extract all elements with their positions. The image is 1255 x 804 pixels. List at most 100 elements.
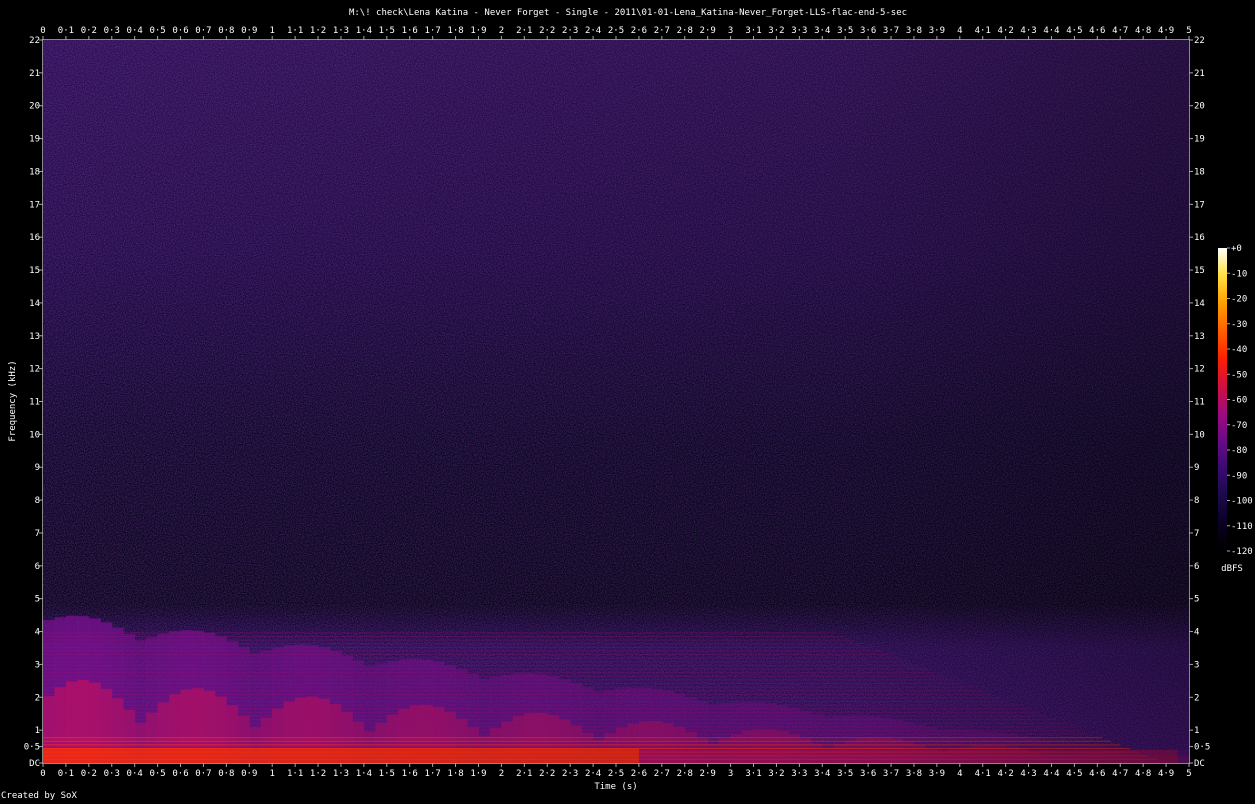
x-tick-label-bottom: 0·1 bbox=[58, 769, 74, 779]
x-tick-label-top: 0·9 bbox=[241, 26, 257, 36]
x-tick-label-bottom: 3·2 bbox=[768, 769, 784, 779]
x-tick-label-bottom: 4·3 bbox=[1020, 769, 1036, 779]
x-tick-label-top: 4·4 bbox=[1043, 26, 1059, 36]
x-tick-label-bottom: 2·3 bbox=[562, 769, 578, 779]
x-tick-label-top: 2·4 bbox=[585, 26, 601, 36]
y-tick-label-right: 22 bbox=[1194, 36, 1205, 46]
x-tick-label-bottom: 2 bbox=[499, 769, 504, 779]
x-tick-label-bottom: 4·4 bbox=[1043, 769, 1059, 779]
x-tick-label-top: 3·6 bbox=[860, 26, 876, 36]
x-tick-label-top: 2·6 bbox=[631, 26, 647, 36]
x-tick-label-bottom: 4·6 bbox=[1089, 769, 1105, 779]
x-tick-label-top: 1·1 bbox=[287, 26, 303, 36]
x-tick-label-top: 0·5 bbox=[149, 26, 165, 36]
spectrogram-figure: M:\! check\Lena Katina - Never Forget - … bbox=[0, 0, 1255, 801]
x-tick-label-bottom: 2·8 bbox=[677, 769, 693, 779]
right-fade bbox=[43, 40, 1189, 763]
x-tick-label-bottom: 3·4 bbox=[814, 769, 830, 779]
x-tick-label-bottom: 3·3 bbox=[791, 769, 807, 779]
x-tick-label-bottom: 1·7 bbox=[425, 769, 441, 779]
x-tick-label-top: 1 bbox=[269, 26, 274, 36]
x-tick-label-top: 1·5 bbox=[379, 26, 395, 36]
x-tick-label-top: 1·9 bbox=[470, 26, 486, 36]
colorbar-tick-label: -110 bbox=[1231, 522, 1253, 532]
x-tick-label-top: 2·7 bbox=[654, 26, 670, 36]
y-tick-label-left: 12 bbox=[29, 365, 40, 375]
x-tick-label-top: 3·9 bbox=[929, 26, 945, 36]
colorbar-tick-label: -20 bbox=[1231, 295, 1247, 305]
y-tick-label-left: 2 bbox=[35, 693, 40, 703]
x-tick-label-bottom: 3 bbox=[728, 769, 733, 779]
x-axis-label: Time (s) bbox=[594, 782, 637, 792]
colorbar-tick-label: -120 bbox=[1231, 547, 1253, 557]
x-tick-label-bottom: 0·4 bbox=[127, 769, 143, 779]
x-tick-label-top: 3·4 bbox=[814, 26, 830, 36]
y-tick-label-left: 11 bbox=[29, 398, 40, 408]
x-tick-label-top: 2·2 bbox=[539, 26, 555, 36]
y-tick-label-right: 10 bbox=[1194, 430, 1205, 440]
x-tick-label-bottom: 0·6 bbox=[172, 769, 188, 779]
x-tick-label-top: 1·2 bbox=[310, 26, 326, 36]
x-tick-label-bottom: 2·7 bbox=[654, 769, 670, 779]
x-tick-label-bottom: 4·7 bbox=[1112, 769, 1128, 779]
y-tick-label-right: 18 bbox=[1194, 167, 1205, 177]
x-tick-label-bottom: 3·8 bbox=[906, 769, 922, 779]
x-tick-label-top: 1·7 bbox=[425, 26, 441, 36]
colorbar-gradient bbox=[1218, 248, 1227, 551]
y-tick-label-left: 17 bbox=[29, 200, 40, 210]
x-tick-label-bottom: 1·2 bbox=[310, 769, 326, 779]
x-tick-label-top: 4·6 bbox=[1089, 26, 1105, 36]
y-tick-label-left: 21 bbox=[29, 69, 40, 79]
y-axis-right: DC0·512345678910111213141516171819202122 bbox=[1189, 36, 1210, 769]
x-tick-label-bottom: 0·3 bbox=[104, 769, 120, 779]
x-tick-label-top: 3·1 bbox=[745, 26, 761, 36]
y-tick-label-left: 22 bbox=[29, 36, 40, 46]
x-axis-top: 0 0·1 0·2 0·3 0·4 0·5 0·6 0·7 0·8 0·9 1 1·1 1·2 1·3 1·… bbox=[40, 26, 1192, 40]
y-tick-label-right: 11 bbox=[1194, 398, 1205, 408]
y-tick-label-left: 18 bbox=[29, 167, 40, 177]
colorbar-tick-label: -10 bbox=[1231, 269, 1247, 279]
y-tick-label-right: 2 bbox=[1194, 693, 1199, 703]
x-tick-label-top: 4·2 bbox=[998, 26, 1014, 36]
y-tick-label-right: 15 bbox=[1194, 266, 1205, 276]
colorbar-tick-label: -40 bbox=[1231, 345, 1247, 355]
x-tick-label-top: 4·3 bbox=[1020, 26, 1036, 36]
x-tick-label-bottom: 3·5 bbox=[837, 769, 853, 779]
y-tick-label-left: 14 bbox=[29, 299, 40, 309]
x-tick-label-bottom: 0·2 bbox=[81, 769, 97, 779]
x-tick-label-bottom: 0 bbox=[40, 769, 45, 779]
x-tick-label-bottom: 3·1 bbox=[745, 769, 761, 779]
y-tick-label-right: 9 bbox=[1194, 463, 1199, 473]
x-tick-label-top: 1·8 bbox=[447, 26, 463, 36]
x-tick-label-top: 0·7 bbox=[195, 26, 211, 36]
x-tick-label-top: 0·2 bbox=[81, 26, 97, 36]
x-tick-label-top: 4·9 bbox=[1158, 26, 1174, 36]
x-tick-label-bottom: 4·5 bbox=[1066, 769, 1082, 779]
x-tick-label-bottom: 4·9 bbox=[1158, 769, 1174, 779]
y-tick-label-right: 17 bbox=[1194, 200, 1205, 210]
y-tick-label-left: 7 bbox=[35, 529, 40, 539]
x-tick-label-bottom: 4·2 bbox=[998, 769, 1014, 779]
x-tick-label-bottom: 5 bbox=[1186, 769, 1191, 779]
x-tick-label-top: 4·1 bbox=[975, 26, 991, 36]
y-tick-label-right: 3 bbox=[1194, 660, 1199, 670]
y-tick-label-right: 12 bbox=[1194, 365, 1205, 375]
y-tick-label-left: 16 bbox=[29, 233, 40, 243]
y-tick-label-right: 6 bbox=[1194, 562, 1199, 572]
x-axis-bottom: 0 0·1 0·2 0·3 0·4 0·5 0·6 0·7 0·8 0·9 1 1·1 1·2 1·3 1·… bbox=[40, 763, 1192, 779]
x-tick-label-bottom: 0·8 bbox=[218, 769, 234, 779]
x-tick-label-bottom: 0·9 bbox=[241, 769, 257, 779]
y-tick-label-right: DC bbox=[1194, 759, 1205, 769]
chart-title: M:\! check\Lena Katina - Never Forget - … bbox=[349, 8, 907, 18]
y-axis-left: DC0·512345678910111213141516171819202122 bbox=[24, 36, 43, 769]
x-tick-label-bottom: 0·7 bbox=[195, 769, 211, 779]
y-tick-label-right: 4 bbox=[1194, 628, 1199, 638]
x-tick-label-bottom: 3·9 bbox=[929, 769, 945, 779]
colorbar: +0 -10 -20 -30 -40 -50 -60 -70 -80 -90 -100 -110 -12… bbox=[1218, 244, 1253, 557]
x-tick-label-bottom: 0·5 bbox=[149, 769, 165, 779]
y-tick-label-right: 21 bbox=[1194, 69, 1205, 79]
x-tick-label-top: 3·8 bbox=[906, 26, 922, 36]
x-tick-label-top: 2·5 bbox=[608, 26, 624, 36]
x-tick-label-bottom: 4·1 bbox=[975, 769, 991, 779]
y-tick-label-left: 15 bbox=[29, 266, 40, 276]
